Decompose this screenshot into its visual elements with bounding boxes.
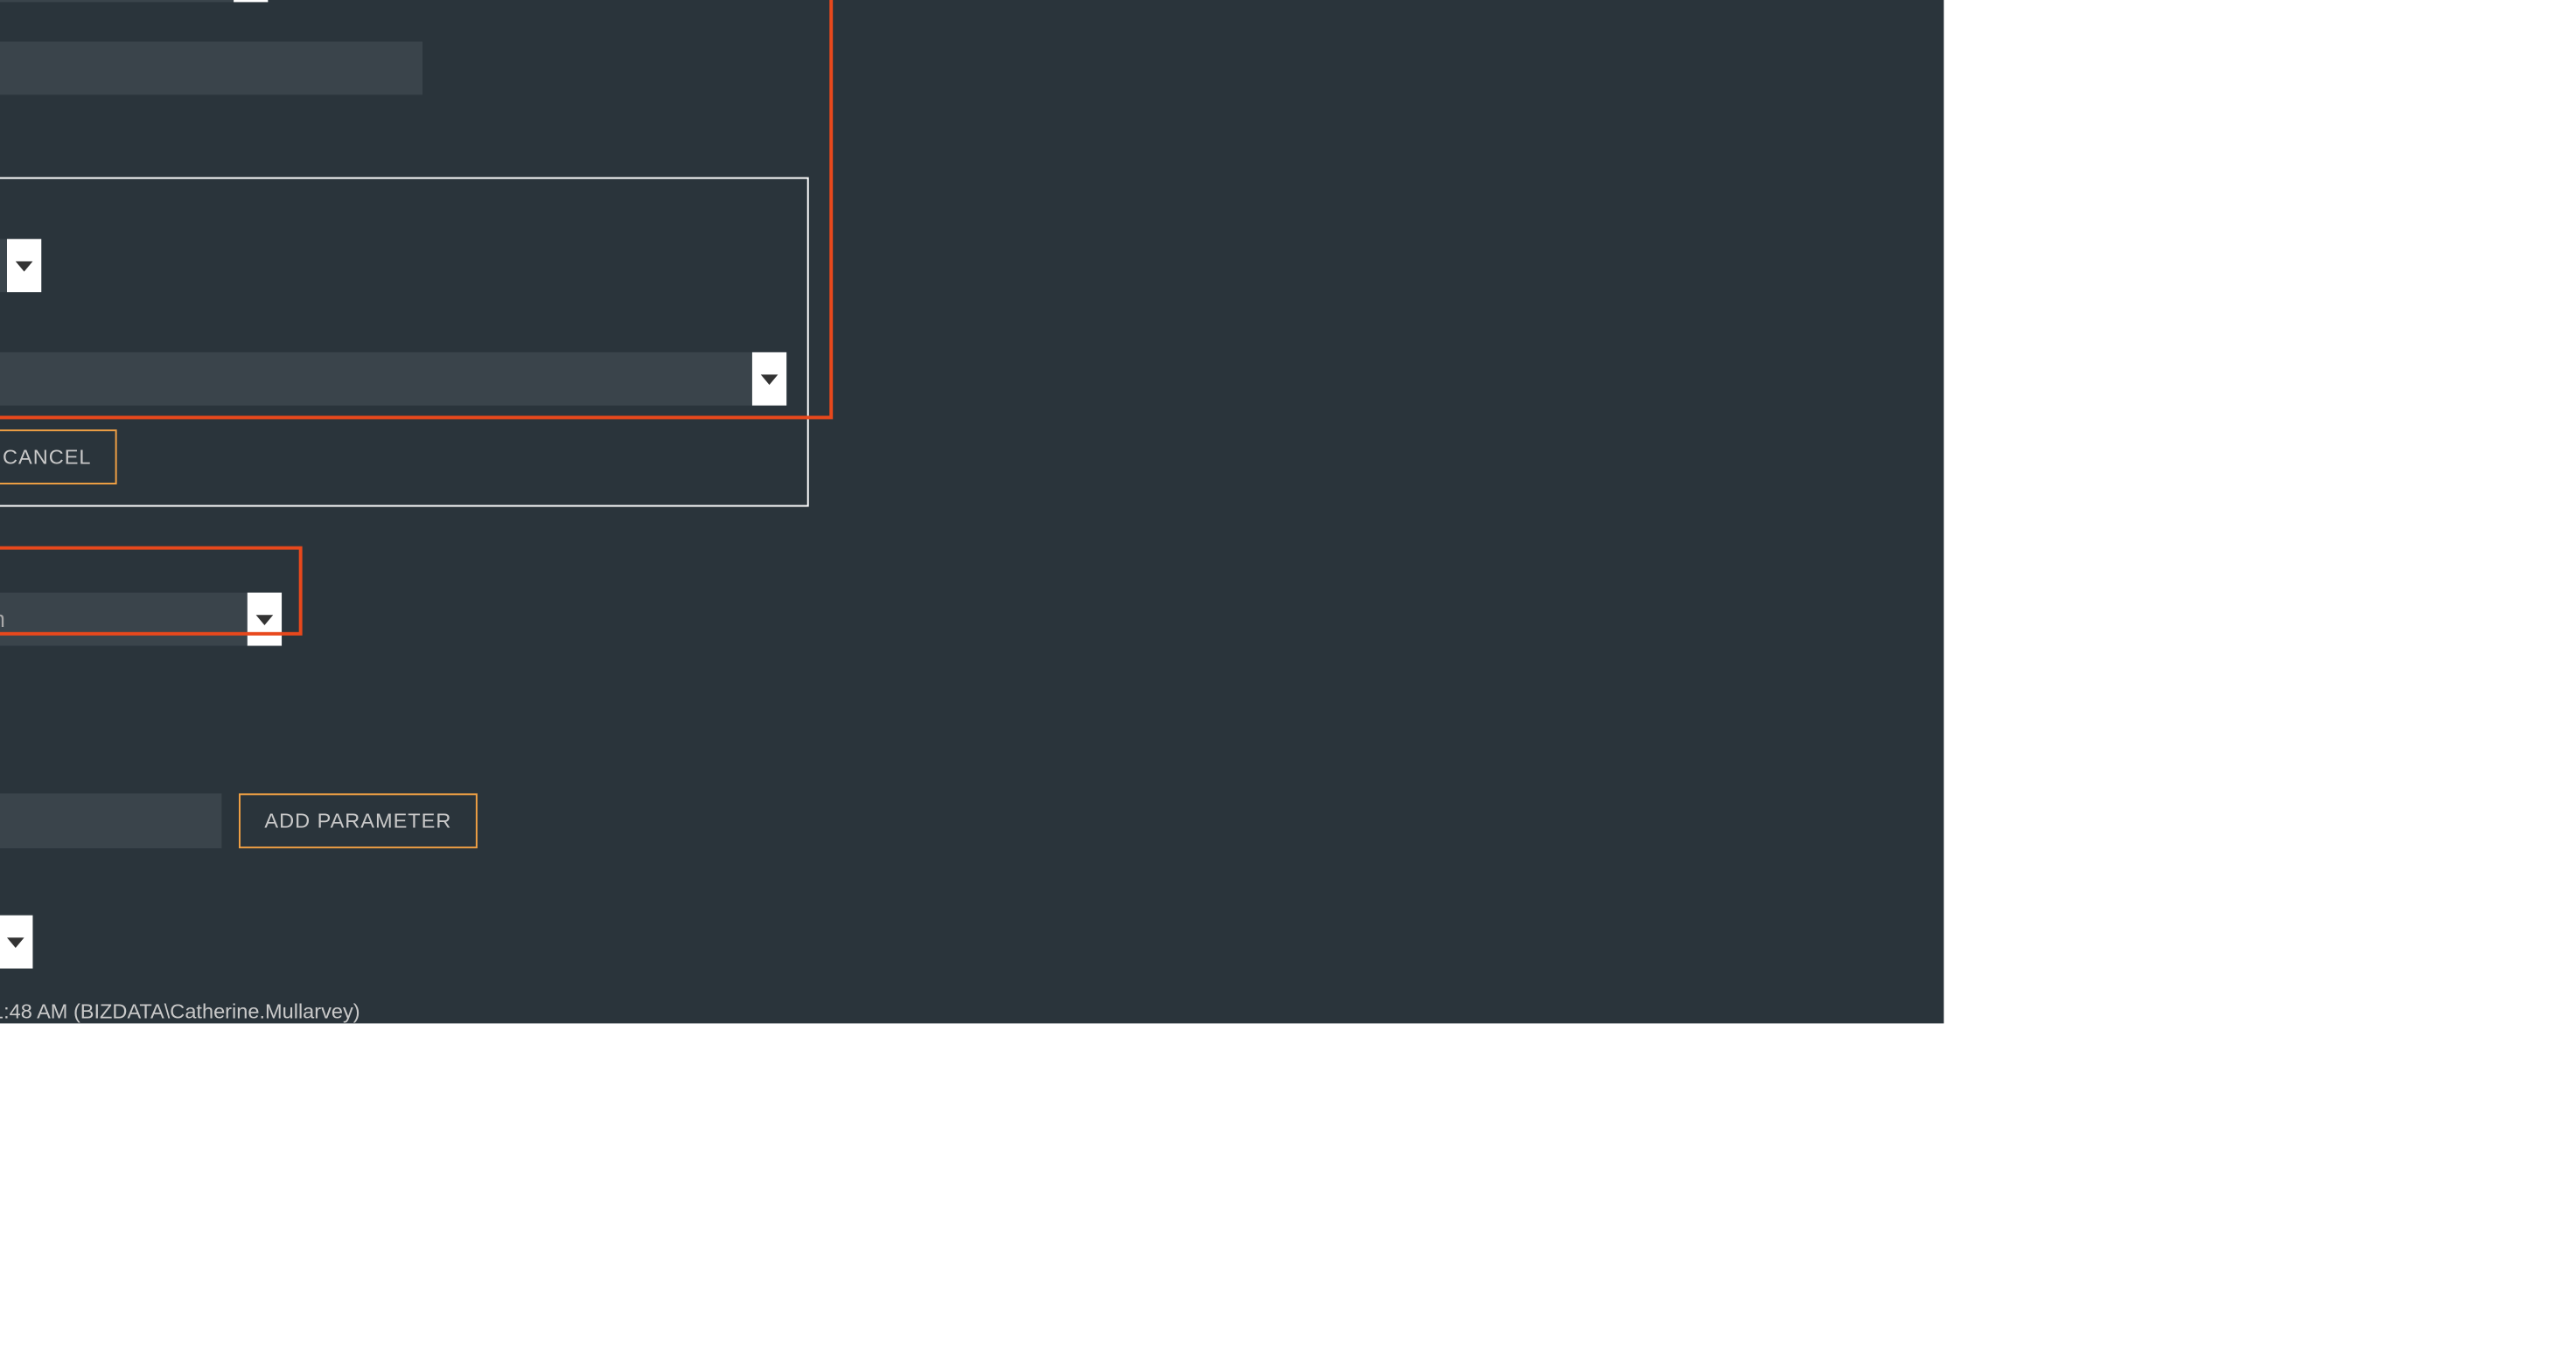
sp-value: LoadCalendar (0, 352, 786, 406)
dropdown-caret-icon (248, 593, 282, 646)
conn-incr-value: No incremental connection (0, 593, 282, 646)
section-conn-incremental: Connection for Incremental No incrementa… (0, 554, 308, 646)
dropdown-caret-icon (752, 352, 786, 406)
parameters-label: Parameters (0, 754, 478, 779)
section-stored-procedure: Stored Procedure Name Schema dbo Stored … (0, 2, 826, 506)
logging-select[interactable]: Standard (0, 916, 32, 969)
schema-label: Schema (0, 199, 786, 225)
sp-cancel-button[interactable]: CANCEL (0, 429, 117, 484)
sp-name-input[interactable] (0, 42, 422, 95)
logging-label: Logging (0, 876, 478, 902)
sp-select[interactable]: LoadCalendar (0, 352, 786, 406)
sp-label: Stored Procedure (0, 313, 786, 338)
section-advanced: Hide Advanced Settings Parameters ADD PA… (0, 693, 478, 1023)
add-parameter-button[interactable]: ADD PARAMETER (239, 793, 478, 848)
dropdown-caret-icon (0, 916, 32, 969)
hide-advanced-toggle[interactable]: Hide Advanced Settings (0, 693, 478, 719)
sp-inner-panel: Schema dbo Stored Procedure LoadCalendar… (0, 178, 809, 507)
conn-incr-label: Connection for Incremental (0, 554, 308, 579)
conn-incr-select[interactable]: No incremental connection (0, 593, 282, 646)
last-modified-text: Last Modified: 22/11/2016 9:11:48 AM (BI… (0, 999, 478, 1023)
form-panel: Task Name Connection for SQL Connection … (0, 0, 1944, 1023)
sp-name-label: Stored Procedure Name (0, 2, 826, 27)
schema-select[interactable]: dbo (0, 239, 41, 292)
dropdown-caret-icon (7, 239, 41, 292)
parameters-input[interactable] (0, 793, 221, 848)
